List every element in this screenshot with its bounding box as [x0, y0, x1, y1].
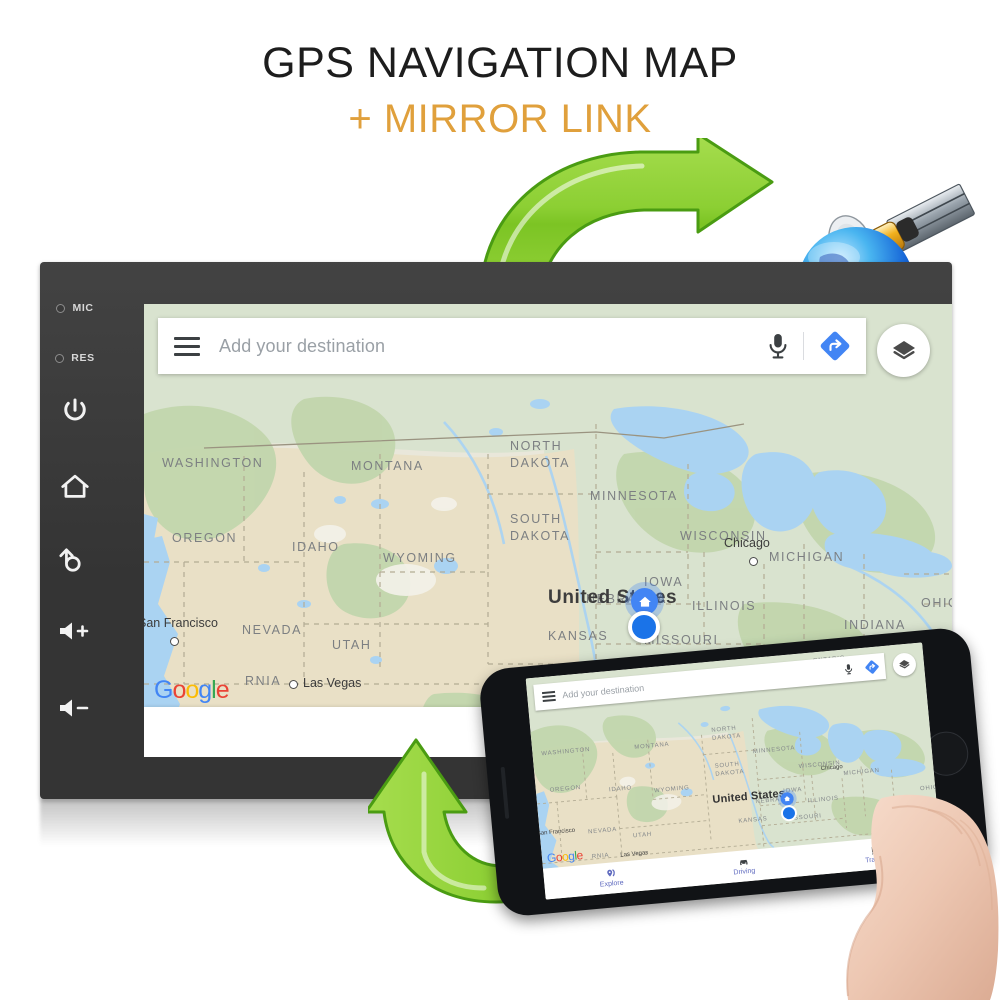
phone-tab-explore-label: Explore	[599, 879, 624, 889]
mic-label: MIC	[72, 302, 94, 314]
power-button[interactable]	[40, 387, 110, 435]
home-icon	[638, 596, 651, 607]
menu-button[interactable]	[158, 336, 216, 356]
head-unit-side-controls: MIC RES	[40, 262, 110, 799]
volume-up-button[interactable]	[40, 607, 110, 655]
city-dot-icon	[289, 680, 298, 689]
hamburger-icon-line	[174, 344, 200, 348]
directions-diamond-icon	[865, 660, 879, 674]
phone-with-hand: WASHINGTONMONTANANORTHDAKOTAONTARIOMINNE…	[477, 626, 1000, 1000]
phone-tab-explore[interactable]: Explore	[599, 868, 624, 889]
home-button[interactable]	[40, 462, 110, 510]
hamburger-icon-line	[541, 691, 555, 694]
res-indicator[interactable]: RES	[40, 352, 110, 364]
power-icon	[64, 398, 86, 421]
explore-pin-icon	[606, 869, 615, 877]
layers-icon	[899, 659, 910, 669]
search-bar[interactable]: Add your destination	[158, 318, 866, 374]
headline-line-2: + MIRROR LINK	[348, 97, 652, 141]
layers-button[interactable]	[877, 324, 930, 377]
phone-directions-button[interactable]	[858, 659, 885, 675]
page-title: GPS NAVIGATION MAP + MIRROR LINK	[0, 38, 1000, 143]
search-input[interactable]: Add your destination	[216, 336, 753, 357]
phone-speaker	[500, 766, 510, 819]
hand-holding-phone	[846, 794, 999, 1000]
city-dot-icon	[170, 637, 179, 646]
headline-line-1: GPS NAVIGATION MAP	[262, 39, 738, 87]
home-icon	[61, 474, 89, 498]
hamburger-icon-line	[174, 336, 200, 340]
res-label: RES	[71, 352, 95, 364]
hamburger-icon-line	[541, 695, 555, 698]
speaker-plus-icon	[60, 622, 89, 640]
res-led-icon	[55, 353, 65, 363]
directions-button[interactable]	[804, 331, 866, 361]
mic-indicator: MIC	[40, 302, 110, 314]
speaker-minus-icon	[60, 699, 89, 717]
my-location-dot[interactable]	[628, 611, 660, 643]
google-logo: Google	[154, 676, 230, 704]
microphone-icon	[769, 334, 787, 359]
microphone-icon	[844, 664, 852, 675]
layers-icon	[892, 340, 915, 359]
voice-search-button[interactable]	[753, 332, 803, 360]
phone-menu-button[interactable]	[534, 690, 563, 702]
hamburger-icon-line	[174, 352, 200, 356]
phone-voice-search-button[interactable]	[837, 662, 860, 676]
directions-diamond-icon	[820, 331, 850, 361]
volume-down-button[interactable]	[40, 684, 110, 732]
back-button[interactable]	[40, 537, 110, 585]
mic-led-icon	[56, 303, 66, 313]
hamburger-icon-line	[542, 699, 556, 702]
poster-canvas: GPS NAVIGATION MAP + MIRROR LINK MIC RES…	[0, 0, 1000, 1000]
back-arrow-icon	[59, 548, 81, 572]
city-dot-icon	[749, 557, 758, 566]
